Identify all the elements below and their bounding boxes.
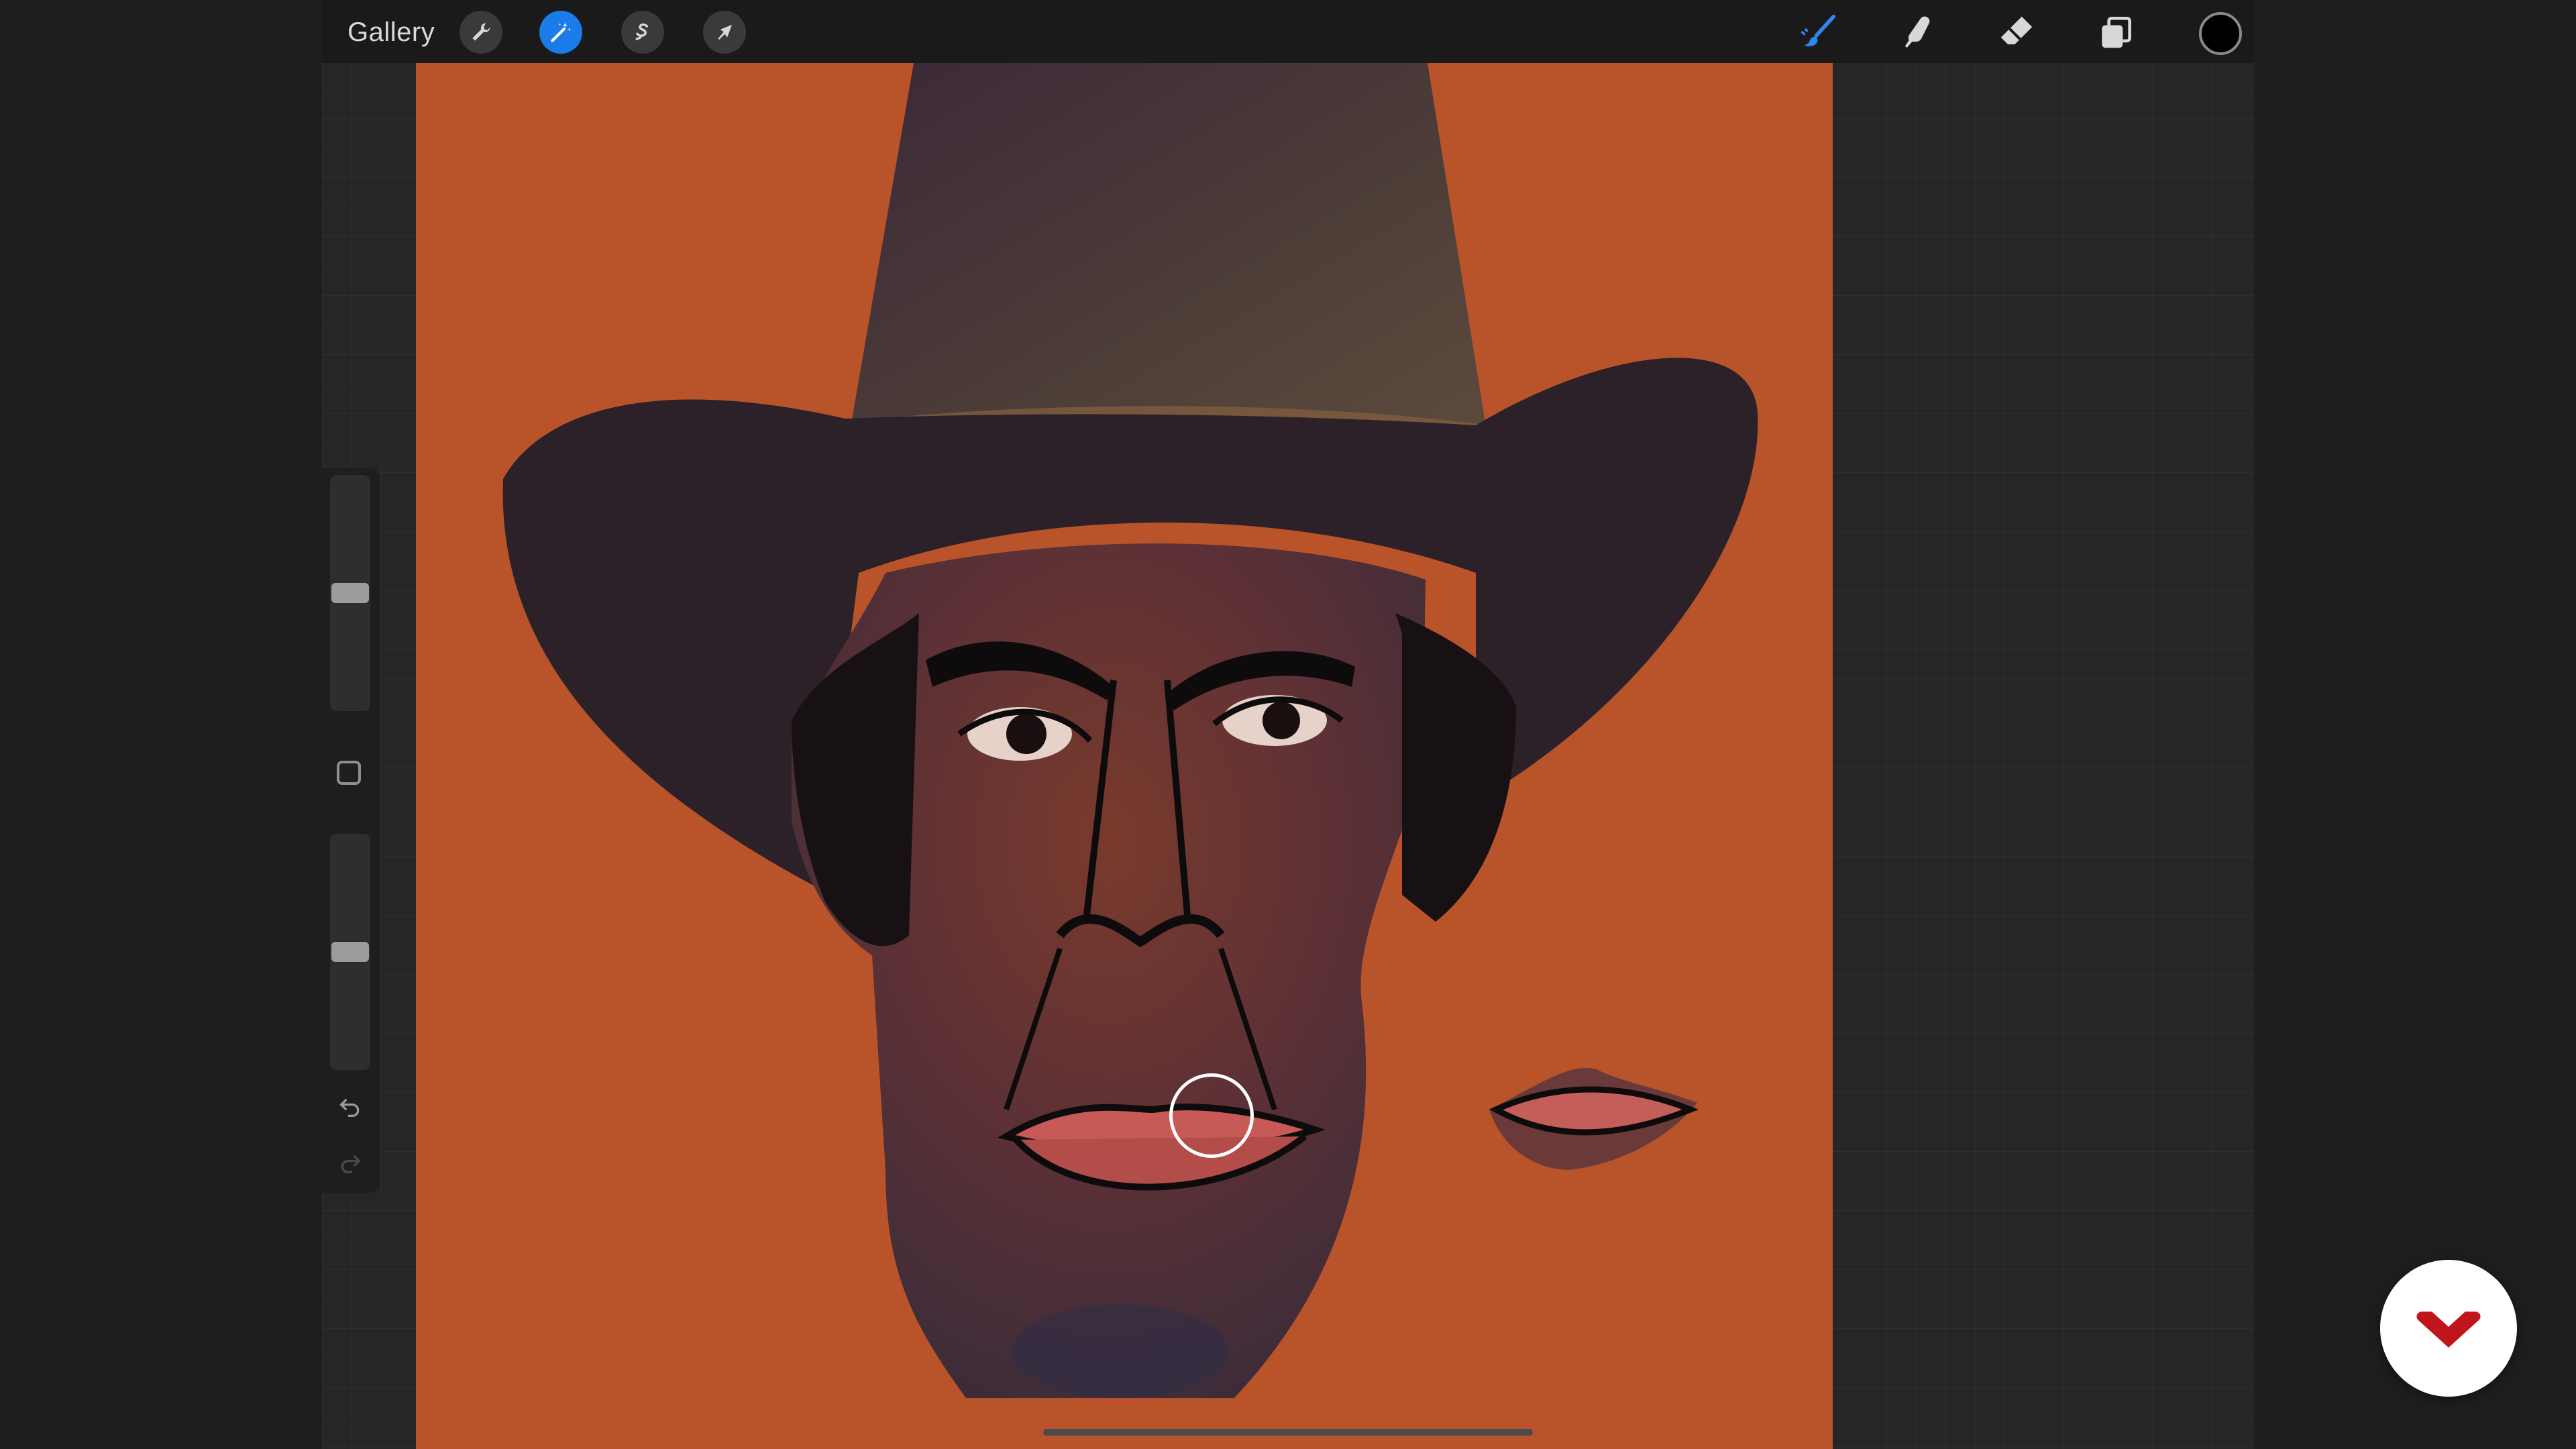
undo-button[interactable]	[334, 1091, 366, 1123]
adjustments-button[interactable]	[539, 11, 582, 54]
home-indicator	[1043, 1429, 1533, 1436]
domestika-logo-icon	[2416, 1311, 2481, 1348]
drawing-canvas[interactable]	[416, 63, 1833, 1449]
paintbrush-icon	[1801, 14, 1836, 47]
top-toolbar: Gallery	[322, 0, 2254, 63]
brush-size-slider[interactable]	[330, 475, 370, 711]
actions-button[interactable]	[460, 11, 502, 54]
redo-icon	[341, 1155, 361, 1173]
layers-icon	[2102, 17, 2131, 48]
brush-button[interactable]	[1794, 8, 1842, 56]
eraser-button[interactable]	[1992, 8, 2041, 56]
procreate-app: Gallery	[322, 0, 2254, 1449]
undo-icon	[339, 1099, 360, 1117]
arrow-cursor-icon	[718, 24, 733, 40]
left-sidebar	[322, 468, 380, 1193]
screen: Gallery	[0, 0, 2576, 1449]
opacity-slider[interactable]	[330, 834, 370, 1070]
brush-cursor	[1169, 1073, 1254, 1158]
eraser-icon	[2000, 16, 2033, 45]
smudge-icon	[1904, 16, 1930, 48]
selection-s-icon	[635, 23, 649, 41]
watermark-badge	[2380, 1260, 2517, 1397]
modify-button[interactable]	[337, 761, 361, 785]
selection-button[interactable]	[621, 11, 664, 54]
opacity-handle[interactable]	[331, 942, 369, 962]
gallery-button[interactable]: Gallery	[347, 16, 435, 48]
cowboy-portrait-artwork	[502, 63, 1758, 1399]
wrench-icon	[472, 23, 490, 41]
layers-button[interactable]	[2092, 8, 2140, 56]
color-picker-button[interactable]	[2199, 12, 2242, 55]
smudge-button[interactable]	[1893, 8, 1941, 56]
brush-size-handle[interactable]	[331, 583, 369, 603]
redo-button[interactable]	[334, 1147, 366, 1179]
transform-button[interactable]	[703, 11, 746, 54]
magic-wand-icon	[551, 22, 572, 42]
